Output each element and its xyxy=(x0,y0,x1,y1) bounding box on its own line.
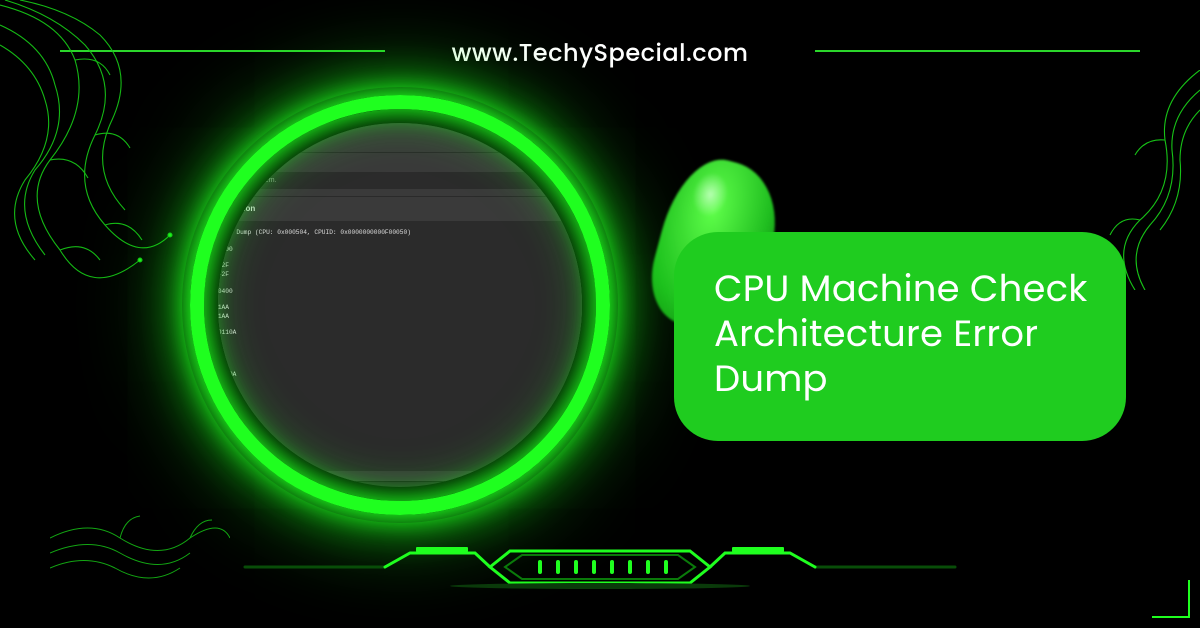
header-divider-left xyxy=(60,50,385,52)
title-card: CPU Machine Check Architecture Error Dum… xyxy=(674,232,1126,441)
bottom-hud-bar xyxy=(240,544,960,590)
neon-ring xyxy=(190,95,610,515)
fractal-decoration-top-left xyxy=(0,0,190,280)
neon-ring-container: ⎘ Problem Report for macOS Your computer… xyxy=(190,95,610,515)
site-url: www.TechySpecial.com xyxy=(452,36,749,71)
header-divider-right xyxy=(815,50,1140,52)
corner-accent-bottom-right xyxy=(1152,580,1190,618)
title-card-text: CPU Machine Check Architecture Error Dum… xyxy=(714,262,1088,404)
